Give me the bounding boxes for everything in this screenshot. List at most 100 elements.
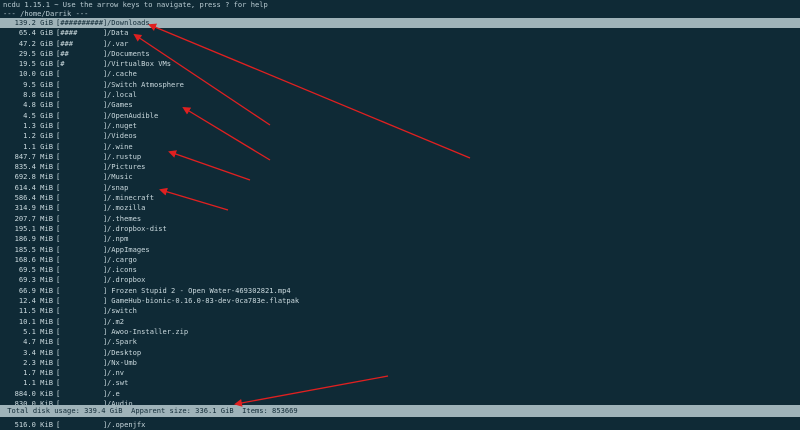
entry-row[interactable]: 847.7 MiB[ ]/.rustup bbox=[0, 152, 800, 162]
entry-row[interactable]: 1.1 GiB[ ]/.wine bbox=[0, 142, 800, 152]
entry-row[interactable]: 9.5 GiB[ ]/Switch Atmosphere bbox=[0, 80, 800, 90]
entry-row[interactable]: 207.7 MiB[ ]/.themes bbox=[0, 214, 800, 224]
entry-name: /.nv bbox=[107, 368, 125, 378]
entry-name: /Desktop bbox=[107, 347, 142, 357]
entry-size: 8.8 GiB bbox=[23, 90, 53, 100]
entry-size: 195.1 MiB bbox=[14, 223, 53, 233]
entry-row[interactable]: 1.2 GiB[ ]/Videos bbox=[0, 131, 800, 141]
entry-name: /.icons bbox=[107, 265, 137, 275]
entry-size: 692.8 MiB bbox=[14, 172, 53, 182]
entry-name: /.openjfx bbox=[107, 419, 146, 429]
entry-name: /snap bbox=[107, 182, 129, 192]
entry-size: 12.4 MiB bbox=[18, 296, 53, 306]
entry-size: 5.1 MiB bbox=[23, 326, 53, 336]
entry-name: /.themes bbox=[107, 213, 142, 223]
status-bar: Total disk usage: 339.4 GiB Apparent siz… bbox=[0, 405, 800, 417]
entry-name: /switch bbox=[107, 306, 137, 316]
entry-size: 207.7 MiB bbox=[14, 213, 53, 223]
entry-row-selected[interactable]: 139.2 GiB [##########]/Downloads bbox=[0, 18, 800, 29]
entry-row[interactable]: 47.2 GiB [### ]/.var bbox=[0, 39, 800, 49]
entry-name: /.npm bbox=[107, 234, 129, 244]
entry-name: /Games bbox=[107, 100, 133, 110]
entry-row[interactable]: 19.5 GiB [# ]/VirtualBox VMs bbox=[0, 59, 800, 69]
entry-size: 185.5 MiB bbox=[14, 244, 53, 254]
entry-name: Awoo-Installer.zip bbox=[107, 326, 189, 336]
entry-name: /.swt bbox=[107, 378, 129, 388]
entry-row[interactable]: 69.3 MiB[ ]/.dropbox bbox=[0, 275, 800, 285]
entry-row[interactable]: 586.4 MiB[ ]/.minecraft bbox=[0, 193, 800, 203]
entry-row[interactable]: 185.5 MiB[ ]/AppImages bbox=[0, 245, 800, 255]
entry-name: /Documents bbox=[107, 48, 150, 58]
entry-row[interactable]: 69.5 MiB[ ]/.icons bbox=[0, 265, 800, 275]
entry-row[interactable]: 884.0 KiB[ ]/.e bbox=[0, 389, 800, 399]
entry-name: /.rustup bbox=[107, 151, 142, 161]
entry-row[interactable]: 1.7 MiB[ ]/.nv bbox=[0, 368, 800, 378]
entry-name: /.dropbox bbox=[107, 275, 146, 285]
entry-name: /Pictures bbox=[107, 162, 146, 172]
directory-list[interactable]: 139.2 GiB [##########]/Downloads 65.4 GiB[… bbox=[0, 18, 800, 430]
entry-size: 47.2 GiB bbox=[18, 38, 53, 48]
entry-size: 847.7 MiB bbox=[14, 151, 53, 161]
entry-row[interactable]: 4.8 GiB[ ]/Games bbox=[0, 100, 800, 110]
entry-row[interactable]: 1.1 MiB[ ]/.swt bbox=[0, 378, 800, 388]
entry-row[interactable]: 10.1 MiB[ ]/.m2 bbox=[0, 317, 800, 327]
app-header: ncdu 1.15.1 ~ Use the arrow keys to navi… bbox=[0, 0, 800, 10]
entry-row[interactable]: 5.1 MiB[ ] Awoo-Installer.zip bbox=[0, 327, 800, 337]
entry-size: 4.8 GiB bbox=[23, 100, 53, 110]
entry-size: 314.9 MiB bbox=[14, 203, 53, 213]
entry-row[interactable]: 186.9 MiB[ ]/.npm bbox=[0, 234, 800, 244]
entry-size: 614.4 MiB bbox=[14, 182, 53, 192]
entry-row[interactable]: 516.0 KiB[ ]/.openjfx bbox=[0, 420, 800, 430]
entry-row[interactable]: 11.5 MiB[ ]/switch bbox=[0, 306, 800, 316]
entry-size: 884.0 KiB bbox=[14, 388, 53, 398]
entry-name: GameHub-bionic-0.16.0-83-dev-0ca783e.fla… bbox=[107, 296, 300, 306]
entry-name: /AppImages bbox=[107, 244, 150, 254]
entry-size: 586.4 MiB bbox=[14, 193, 53, 203]
entry-size: 65.4 GiB bbox=[18, 28, 53, 38]
entry-size: 29.5 GiB bbox=[18, 48, 53, 58]
entry-size: 10.0 GiB bbox=[18, 69, 53, 79]
entry-row[interactable]: 4.5 GiB[ ]/OpenAudible bbox=[0, 111, 800, 121]
entry-row[interactable]: 4.7 MiB[ ]/.Spark bbox=[0, 337, 800, 347]
entry-name: /Data bbox=[107, 28, 129, 38]
entry-size: 10.1 MiB bbox=[18, 316, 53, 326]
entry-size: 69.5 MiB bbox=[18, 265, 53, 275]
entry-row[interactable]: 692.8 MiB[ ]/Music bbox=[0, 172, 800, 182]
entry-name: /.m2 bbox=[107, 316, 125, 326]
entry-name: /.cargo bbox=[107, 254, 137, 264]
entry-name: /Nx-Umb bbox=[107, 357, 137, 367]
entry-row[interactable]: 3.4 MiB[ ]/Desktop bbox=[0, 348, 800, 358]
entry-name: /.var bbox=[107, 38, 129, 48]
entry-row[interactable]: 65.4 GiB [#### ]/Data bbox=[0, 28, 800, 38]
entry-row[interactable]: 66.9 MiB[ ] Frozen Stupid 2 - Open Water… bbox=[0, 286, 800, 296]
entry-name: /Videos bbox=[107, 131, 137, 141]
entry-name: /.nuget bbox=[107, 120, 137, 130]
current-path: --- /home/Darrik --- bbox=[0, 10, 800, 18]
entry-name: /.Spark bbox=[107, 337, 137, 347]
entry-name: /VirtualBox VMs bbox=[107, 59, 172, 69]
entry-name: /Music bbox=[107, 172, 133, 182]
entry-size: 1.1 MiB bbox=[23, 378, 53, 388]
entry-row[interactable]: 314.9 MiB[ ]/.mozilla bbox=[0, 203, 800, 213]
entry-size: 4.5 GiB bbox=[23, 110, 53, 120]
entry-row[interactable]: 29.5 GiB [## ]/Documents bbox=[0, 49, 800, 59]
entry-row[interactable]: 614.4 MiB[ ]/snap bbox=[0, 183, 800, 193]
entry-name: /.e bbox=[107, 388, 120, 398]
entry-name: /.minecraft bbox=[107, 193, 154, 203]
entry-name: /.wine bbox=[107, 141, 133, 151]
entry-size: 1.1 GiB bbox=[23, 141, 53, 151]
entry-row[interactable]: 1.3 GiB[ ]/.nuget bbox=[0, 121, 800, 131]
entry-row[interactable]: 2.3 MiB[ ]/Nx-Umb bbox=[0, 358, 800, 368]
entry-size: 1.7 MiB bbox=[23, 368, 53, 378]
entry-row[interactable]: 8.8 GiB[ ]/.local bbox=[0, 90, 800, 100]
entry-name: /.dropbox-dist bbox=[107, 223, 167, 233]
entry-row[interactable]: 168.6 MiB[ ]/.cargo bbox=[0, 255, 800, 265]
entry-row[interactable]: 195.1 MiB[ ]/.dropbox-dist bbox=[0, 224, 800, 234]
entry-row[interactable]: 12.4 MiB[ ] GameHub-bionic-0.16.0-83-dev… bbox=[0, 296, 800, 306]
entry-name: Frozen Stupid 2 - Open Water-469302821.m… bbox=[107, 285, 291, 295]
entry-size: 835.4 MiB bbox=[14, 162, 53, 172]
entry-name: /Switch Atmosphere bbox=[107, 79, 184, 89]
entry-row[interactable]: 10.0 GiB[ ]/.cache bbox=[0, 69, 800, 79]
entry-row[interactable]: 835.4 MiB[ ]/Pictures bbox=[0, 162, 800, 172]
entry-size: 1.3 GiB bbox=[23, 120, 53, 130]
